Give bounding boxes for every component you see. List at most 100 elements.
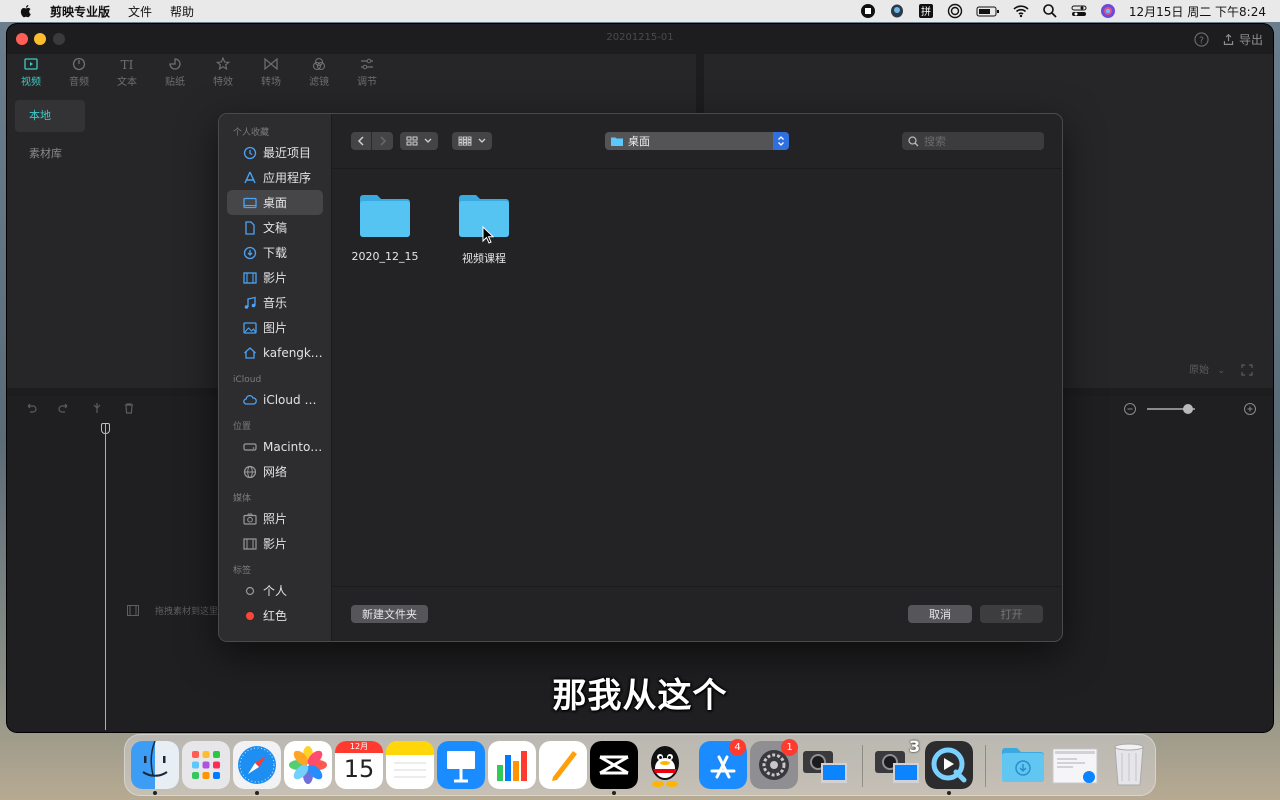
- dock-separator: [985, 745, 986, 787]
- menu-app-name[interactable]: 剪映专业版: [50, 3, 110, 20]
- search-field[interactable]: [902, 132, 1044, 150]
- sidebar-section-tags: 标签: [233, 566, 252, 576]
- screenshot-camera-icon[interactable]: [801, 741, 849, 789]
- view-mode-button[interactable]: [400, 132, 438, 150]
- trash-icon[interactable]: [1105, 741, 1153, 789]
- sidebar-item-recents[interactable]: 最近项目: [227, 140, 323, 165]
- sidebar-item-tag-personal[interactable]: 个人: [227, 578, 323, 603]
- preview-document-icon[interactable]: [1051, 741, 1099, 789]
- menu-file[interactable]: 文件: [128, 3, 152, 20]
- sidebar-item-movies[interactable]: 影片: [227, 265, 323, 290]
- tab-transition[interactable]: 转场: [247, 54, 295, 90]
- chevron-down-icon[interactable]: ⌄: [1217, 366, 1225, 376]
- control-center-icon[interactable]: [1071, 3, 1087, 19]
- qq-status-icon[interactable]: [889, 3, 905, 19]
- calendar-icon[interactable]: 12月 15: [335, 741, 383, 789]
- sidebar-item-photos[interactable]: 照片: [227, 506, 323, 531]
- sidebar-item-downloads[interactable]: 下载: [227, 240, 323, 265]
- apple-menu-icon[interactable]: [18, 3, 34, 19]
- dialog-toolbar: 桌面: [333, 114, 1062, 169]
- photos-icon[interactable]: [284, 741, 332, 789]
- sidebar-item-macintosh-hd[interactable]: Macintos...: [227, 434, 323, 459]
- battery-icon[interactable]: [976, 3, 1000, 19]
- file-item-folder[interactable]: 2020_12_15: [345, 192, 425, 263]
- numbers-icon[interactable]: [488, 741, 536, 789]
- dock-separator: [862, 745, 863, 787]
- downloads-folder-icon[interactable]: [999, 741, 1047, 789]
- finder-icon[interactable]: [131, 741, 179, 789]
- sidebar-item-label: iCloud 云盘: [263, 393, 323, 407]
- side-nav-local[interactable]: 本地: [15, 100, 85, 132]
- sidebar-item-media-movies[interactable]: 影片: [227, 531, 323, 556]
- tab-text[interactable]: TI 文本: [103, 54, 151, 90]
- quicktime-icon[interactable]: [925, 741, 973, 789]
- sidebar-item-documents[interactable]: 文稿: [227, 215, 323, 240]
- cancel-button[interactable]: 取消: [908, 605, 972, 623]
- sidebar-item-label: 照片: [263, 512, 288, 526]
- tab-adjust-label: 调节: [357, 76, 377, 88]
- qq-icon[interactable]: [641, 741, 689, 789]
- transition-tab-icon: [264, 57, 278, 70]
- sidebar-item-icloud-drive[interactable]: iCloud 云盘: [227, 387, 323, 412]
- undo-icon[interactable]: [25, 402, 37, 414]
- siri-icon[interactable]: [1100, 3, 1116, 19]
- tab-sticker[interactable]: 贴纸: [151, 54, 199, 90]
- zoom-out-icon[interactable]: [1123, 402, 1137, 416]
- split-icon[interactable]: [91, 402, 103, 414]
- fullscreen-icon[interactable]: [1241, 364, 1253, 376]
- sidebar-item-label: 网络: [263, 465, 288, 479]
- safari-icon[interactable]: [233, 741, 281, 789]
- group-mode-button[interactable]: [452, 132, 492, 150]
- launchpad-icon[interactable]: [182, 741, 230, 789]
- menubar: 剪映专业版 文件 帮助 拼 12月15日 周二 下午8:24: [0, 0, 1280, 22]
- capcut-icon[interactable]: [590, 741, 638, 789]
- new-folder-button[interactable]: 新建文件夹: [351, 605, 428, 623]
- pages-icon[interactable]: [539, 741, 587, 789]
- help-icon[interactable]: ?: [1194, 32, 1209, 47]
- preview-ratio-select[interactable]: 原始: [1189, 361, 1209, 376]
- running-indicator: [947, 791, 951, 795]
- screen-record-icon[interactable]: [860, 3, 876, 19]
- sidebar-item-tag-red[interactable]: 红色: [227, 603, 323, 628]
- media-side-nav: 本地 素材库: [15, 100, 85, 176]
- sidebar-item-desktop[interactable]: 桌面: [227, 190, 323, 215]
- menu-help[interactable]: 帮助: [170, 3, 194, 20]
- sidebar-item-music[interactable]: 音乐: [227, 290, 323, 315]
- notes-icon[interactable]: [386, 741, 434, 789]
- zoom-in-icon[interactable]: [1243, 402, 1257, 416]
- sidebar-item-pictures[interactable]: 图片: [227, 315, 323, 340]
- tab-effects[interactable]: 特效: [199, 54, 247, 90]
- tab-audio[interactable]: 音频: [55, 54, 103, 90]
- open-button[interactable]: 打开: [980, 605, 1043, 623]
- sidebar-item-applications[interactable]: 应用程序: [227, 165, 323, 190]
- drop-hint: 拖拽素材到这里: [127, 604, 218, 617]
- tab-filter[interactable]: 滤镜: [295, 54, 343, 90]
- wifi-icon[interactable]: [1013, 3, 1029, 19]
- spotlight-icon[interactable]: [1042, 3, 1058, 19]
- sidebar-item-home[interactable]: kafengkaj...: [227, 340, 323, 365]
- menubar-clock[interactable]: 12月15日 周二 下午8:24: [1129, 3, 1266, 20]
- input-method-icon[interactable]: 拼: [918, 3, 934, 19]
- zoom-slider-handle[interactable]: [1183, 404, 1193, 414]
- back-button[interactable]: [351, 132, 372, 150]
- airdrop-icon[interactable]: [947, 3, 963, 19]
- side-nav-library[interactable]: 素材库: [15, 138, 85, 170]
- sidebar-item-label: Macintos...: [263, 439, 323, 454]
- search-input[interactable]: [924, 134, 1034, 148]
- calendar-day: 15: [343, 755, 375, 783]
- delete-icon[interactable]: [123, 402, 135, 414]
- tab-text-label: 文本: [117, 76, 137, 88]
- sidebar-item-network[interactable]: 网络: [227, 459, 323, 484]
- hard-drive-icon: [243, 442, 257, 451]
- document-icon: [245, 220, 255, 235]
- redo-icon[interactable]: [58, 402, 70, 414]
- sidebar-item-label: 红色: [263, 609, 288, 623]
- location-stepper[interactable]: [773, 132, 789, 150]
- tab-video[interactable]: 视频: [7, 54, 55, 90]
- keynote-icon[interactable]: [437, 741, 485, 789]
- forward-button[interactable]: [372, 132, 393, 150]
- camera-icon: [243, 513, 257, 525]
- export-button[interactable]: 导出: [1222, 31, 1263, 48]
- tab-adjust[interactable]: 调节: [343, 54, 391, 90]
- location-popup[interactable]: 桌面: [605, 132, 789, 150]
